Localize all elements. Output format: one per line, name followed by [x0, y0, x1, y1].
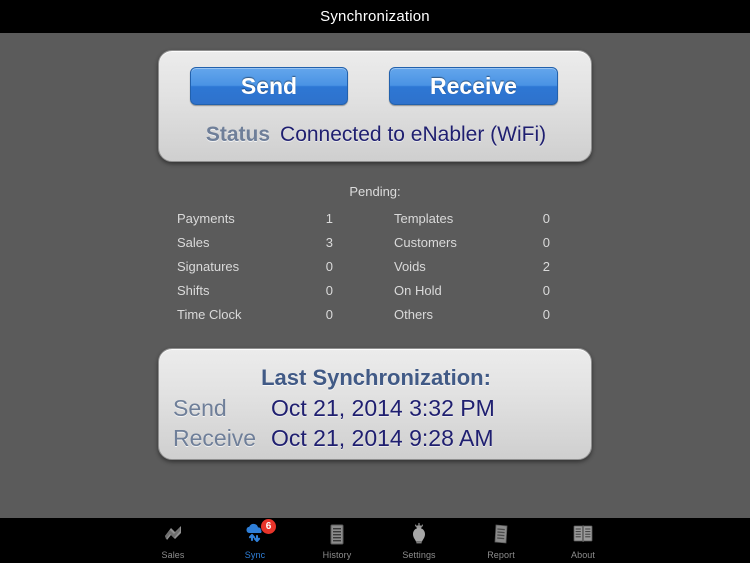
pending-value: 2	[542, 259, 550, 274]
pending-row: Time Clock 0	[158, 303, 375, 327]
tab-sync[interactable]: 6 Sync	[214, 518, 296, 563]
pending-label: Customers	[394, 235, 457, 250]
pending-row: Sales 3	[158, 231, 375, 255]
tab-label: Sync	[244, 550, 266, 560]
book-icon	[542, 522, 624, 548]
pending-section: Pending: Payments 1 Sales 3 Signatures 0…	[158, 184, 592, 327]
pending-value: 0	[542, 211, 550, 226]
pending-value: 0	[325, 307, 333, 322]
last-sync-send-row: Send Oct 21, 2014 3:32 PM	[159, 393, 593, 424]
status-label: Status	[205, 123, 271, 146]
pending-value: 0	[542, 307, 550, 322]
sync-badge: 6	[261, 519, 276, 534]
sync-panel: Send Receive Status Connected to eNabler …	[158, 50, 592, 162]
pending-row: Signatures 0	[158, 255, 375, 279]
tab-settings[interactable]: Settings	[378, 518, 460, 563]
pending-grid: Payments 1 Sales 3 Signatures 0 Shifts 0…	[158, 207, 592, 327]
tab-report[interactable]: Report	[460, 518, 542, 563]
pending-value: 0	[325, 283, 333, 298]
pending-row: Others 0	[375, 303, 592, 327]
pending-row: Templates 0	[375, 207, 592, 231]
sales-icon	[132, 522, 214, 548]
tab-sales[interactable]: Sales	[132, 518, 214, 563]
tab-bar: Sales 6 Sync History Settings Report Abo…	[0, 518, 750, 563]
pending-label: Voids	[394, 259, 426, 274]
tab-label: Report	[487, 550, 515, 560]
pending-label: On Hold	[394, 283, 442, 298]
tab-history[interactable]: History	[296, 518, 378, 563]
send-button[interactable]: Send	[190, 67, 348, 105]
history-icon	[296, 522, 378, 548]
app-screen: Synchronization Send Receive Status Conne…	[0, 0, 750, 563]
pending-label: Time Clock	[177, 307, 242, 322]
pending-value: 1	[325, 211, 333, 226]
status-value: Connected to eNabler (WiFi)	[280, 123, 547, 146]
pending-right-column: Templates 0 Customers 0 Voids 2 On Hold …	[375, 207, 592, 327]
last-sync-receive-label: Receive	[173, 425, 257, 451]
pending-row: Customers 0	[375, 231, 592, 255]
pending-value: 0	[542, 235, 550, 250]
pending-value: 0	[325, 259, 333, 274]
title-bar: Synchronization	[0, 0, 750, 33]
pending-label: Payments	[177, 211, 235, 226]
pending-left-column: Payments 1 Sales 3 Signatures 0 Shifts 0…	[158, 207, 375, 327]
last-synchronization-panel: Last Synchronization: Send Oct 21, 2014 …	[158, 348, 592, 460]
page-title: Synchronization	[320, 8, 430, 25]
pending-label: Signatures	[177, 259, 240, 274]
pending-label: Shifts	[177, 283, 210, 298]
pending-row: Voids 2	[375, 255, 592, 279]
status-row: Status Connected to eNabler (WiFi)	[159, 123, 593, 147]
report-icon	[460, 522, 542, 548]
last-sync-title: Last Synchronization:	[261, 365, 491, 390]
tab-about[interactable]: About	[542, 518, 624, 563]
pending-value: 3	[325, 235, 333, 250]
last-sync-receive-value: Oct 21, 2014 9:28 AM	[271, 425, 494, 451]
receive-button[interactable]: Receive	[389, 67, 558, 105]
last-sync-receive-row: Receive Oct 21, 2014 9:28 AM	[159, 423, 593, 454]
pending-title: Pending:	[349, 184, 401, 199]
bulb-icon	[378, 522, 460, 548]
sync-cloud-icon: 6	[214, 519, 296, 548]
pending-row: Payments 1	[158, 207, 375, 231]
last-sync-send-value: Oct 21, 2014 3:32 PM	[271, 395, 495, 421]
tab-label: Settings	[402, 550, 436, 560]
pending-row: Shifts 0	[158, 279, 375, 303]
pending-label: Templates	[394, 211, 454, 226]
pending-value: 0	[542, 283, 550, 298]
tab-label: About	[570, 550, 596, 560]
pending-label: Others	[394, 307, 434, 322]
pending-label: Sales	[177, 235, 210, 250]
last-sync-send-label: Send	[173, 395, 227, 421]
tab-label: Sales	[161, 550, 185, 560]
pending-row: On Hold 0	[375, 279, 592, 303]
tab-label: History	[322, 550, 352, 560]
